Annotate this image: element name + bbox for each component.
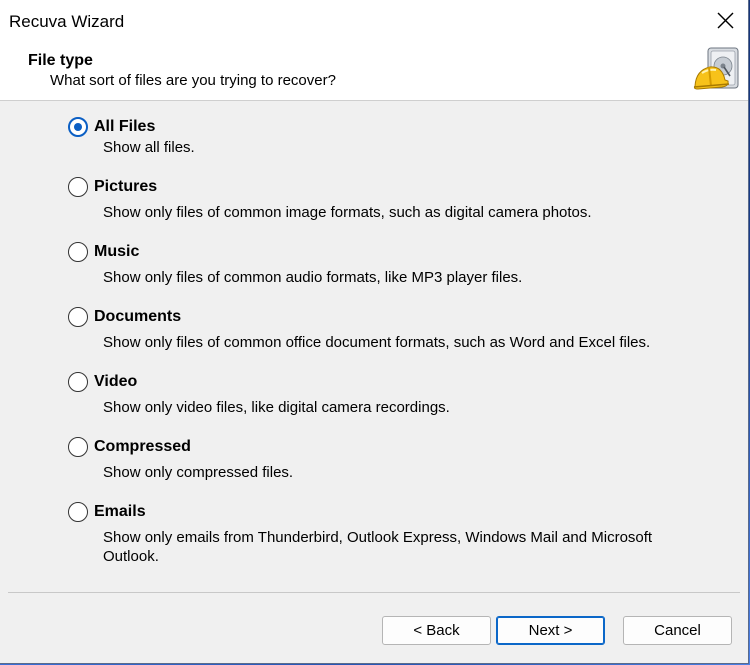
option-label: Pictures [94, 178, 158, 195]
close-button[interactable] [702, 0, 748, 42]
radio-pictures[interactable] [68, 177, 88, 197]
wizard-header: File type What sort of files are you try… [0, 42, 748, 101]
footer-divider [8, 592, 740, 593]
recuva-wizard-window: Recuva Wizard File type What sort of fil… [0, 0, 749, 664]
radio-music[interactable] [68, 242, 88, 262]
option-description: Show only files of common image formats,… [103, 204, 592, 221]
option-description: Show only video files, like digital came… [103, 399, 450, 416]
window-title: Recuva Wizard [9, 12, 125, 31]
file-type-options: All Files Show all files. Pictures Show … [0, 101, 748, 591]
option-label: Emails [94, 503, 146, 520]
option-label: Video [94, 373, 138, 390]
option-description: Show only emails from Thunderbird, Outlo… [103, 529, 653, 565]
option-description: Show only files of common office documen… [103, 334, 651, 351]
close-icon [717, 12, 734, 29]
back-button[interactable]: < Back [382, 616, 491, 645]
title-bar: Recuva Wizard [0, 0, 748, 42]
radio-compressed[interactable] [68, 437, 88, 457]
radio-emails[interactable] [68, 502, 88, 522]
option-description: Show only files of common audio formats,… [103, 269, 523, 286]
next-button[interactable]: Next > [496, 616, 605, 645]
option-label: Compressed [94, 438, 191, 455]
recuva-hardhat-drive-icon [692, 46, 744, 96]
option-label: All Files [94, 118, 156, 135]
option-description: Show only compressed files. [103, 464, 294, 481]
option-label: Music [94, 243, 140, 260]
option-description: Show all files. [103, 139, 195, 156]
cancel-button[interactable]: Cancel [623, 616, 732, 645]
radio-video[interactable] [68, 372, 88, 392]
option-label: Documents [94, 308, 182, 325]
page-title: File type [28, 52, 93, 69]
radio-all-files[interactable] [68, 117, 88, 137]
page-subtitle: What sort of files are you trying to rec… [50, 72, 336, 89]
radio-documents[interactable] [68, 307, 88, 327]
